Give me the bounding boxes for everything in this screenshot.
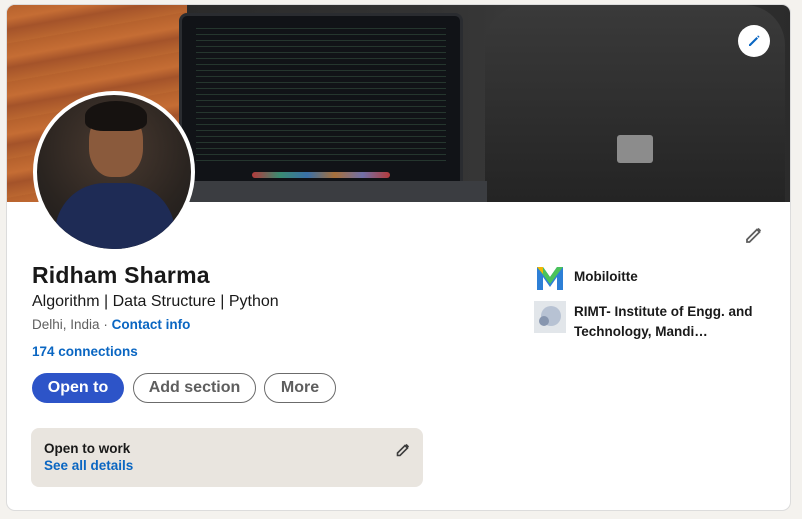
more-button[interactable]: More xyxy=(264,373,336,403)
location-line: Delhi, India · Contact info xyxy=(32,317,190,332)
profile-name: Ridham Sharma xyxy=(32,262,210,288)
see-all-details-link[interactable]: See all details xyxy=(44,458,133,473)
cover-code-screen xyxy=(196,28,446,164)
separator-dot: · xyxy=(103,317,108,332)
avatar-jacket xyxy=(55,183,175,249)
location-text: Delhi, India xyxy=(32,317,100,332)
cover-bag-tag xyxy=(617,135,653,163)
cover-dock xyxy=(252,172,390,178)
profile-card: Ridham Sharma Algorithm | Data Structure… xyxy=(6,4,791,511)
pencil-icon xyxy=(749,35,760,46)
profile-photo[interactable] xyxy=(33,91,195,253)
add-section-button[interactable]: Add section xyxy=(133,373,256,403)
company-name: Mobiloitte xyxy=(574,269,638,284)
open-to-work-title: Open to work xyxy=(44,441,131,456)
open-to-work-box: Open to work See all details xyxy=(31,428,423,487)
edit-cover-button[interactable] xyxy=(738,25,770,57)
pencil-icon xyxy=(396,443,410,457)
profile-headline: Algorithm | Data Structure | Python xyxy=(32,293,279,310)
school-logo xyxy=(534,301,566,333)
avatar-hair xyxy=(85,101,147,131)
connections-link[interactable]: 174 connections xyxy=(32,344,138,359)
pencil-icon xyxy=(746,227,762,243)
cover-laptop xyxy=(179,13,463,187)
open-to-button[interactable]: Open to xyxy=(32,373,124,403)
contact-info-link[interactable]: Contact info xyxy=(112,317,191,332)
mobiloitte-logo xyxy=(534,262,566,294)
cover-laptop-base xyxy=(157,181,487,202)
edit-open-to-work-button[interactable] xyxy=(393,440,413,460)
school-name: RIMT- Institute of Engg. and Technology,… xyxy=(574,304,753,339)
edit-intro-button[interactable] xyxy=(740,221,768,249)
